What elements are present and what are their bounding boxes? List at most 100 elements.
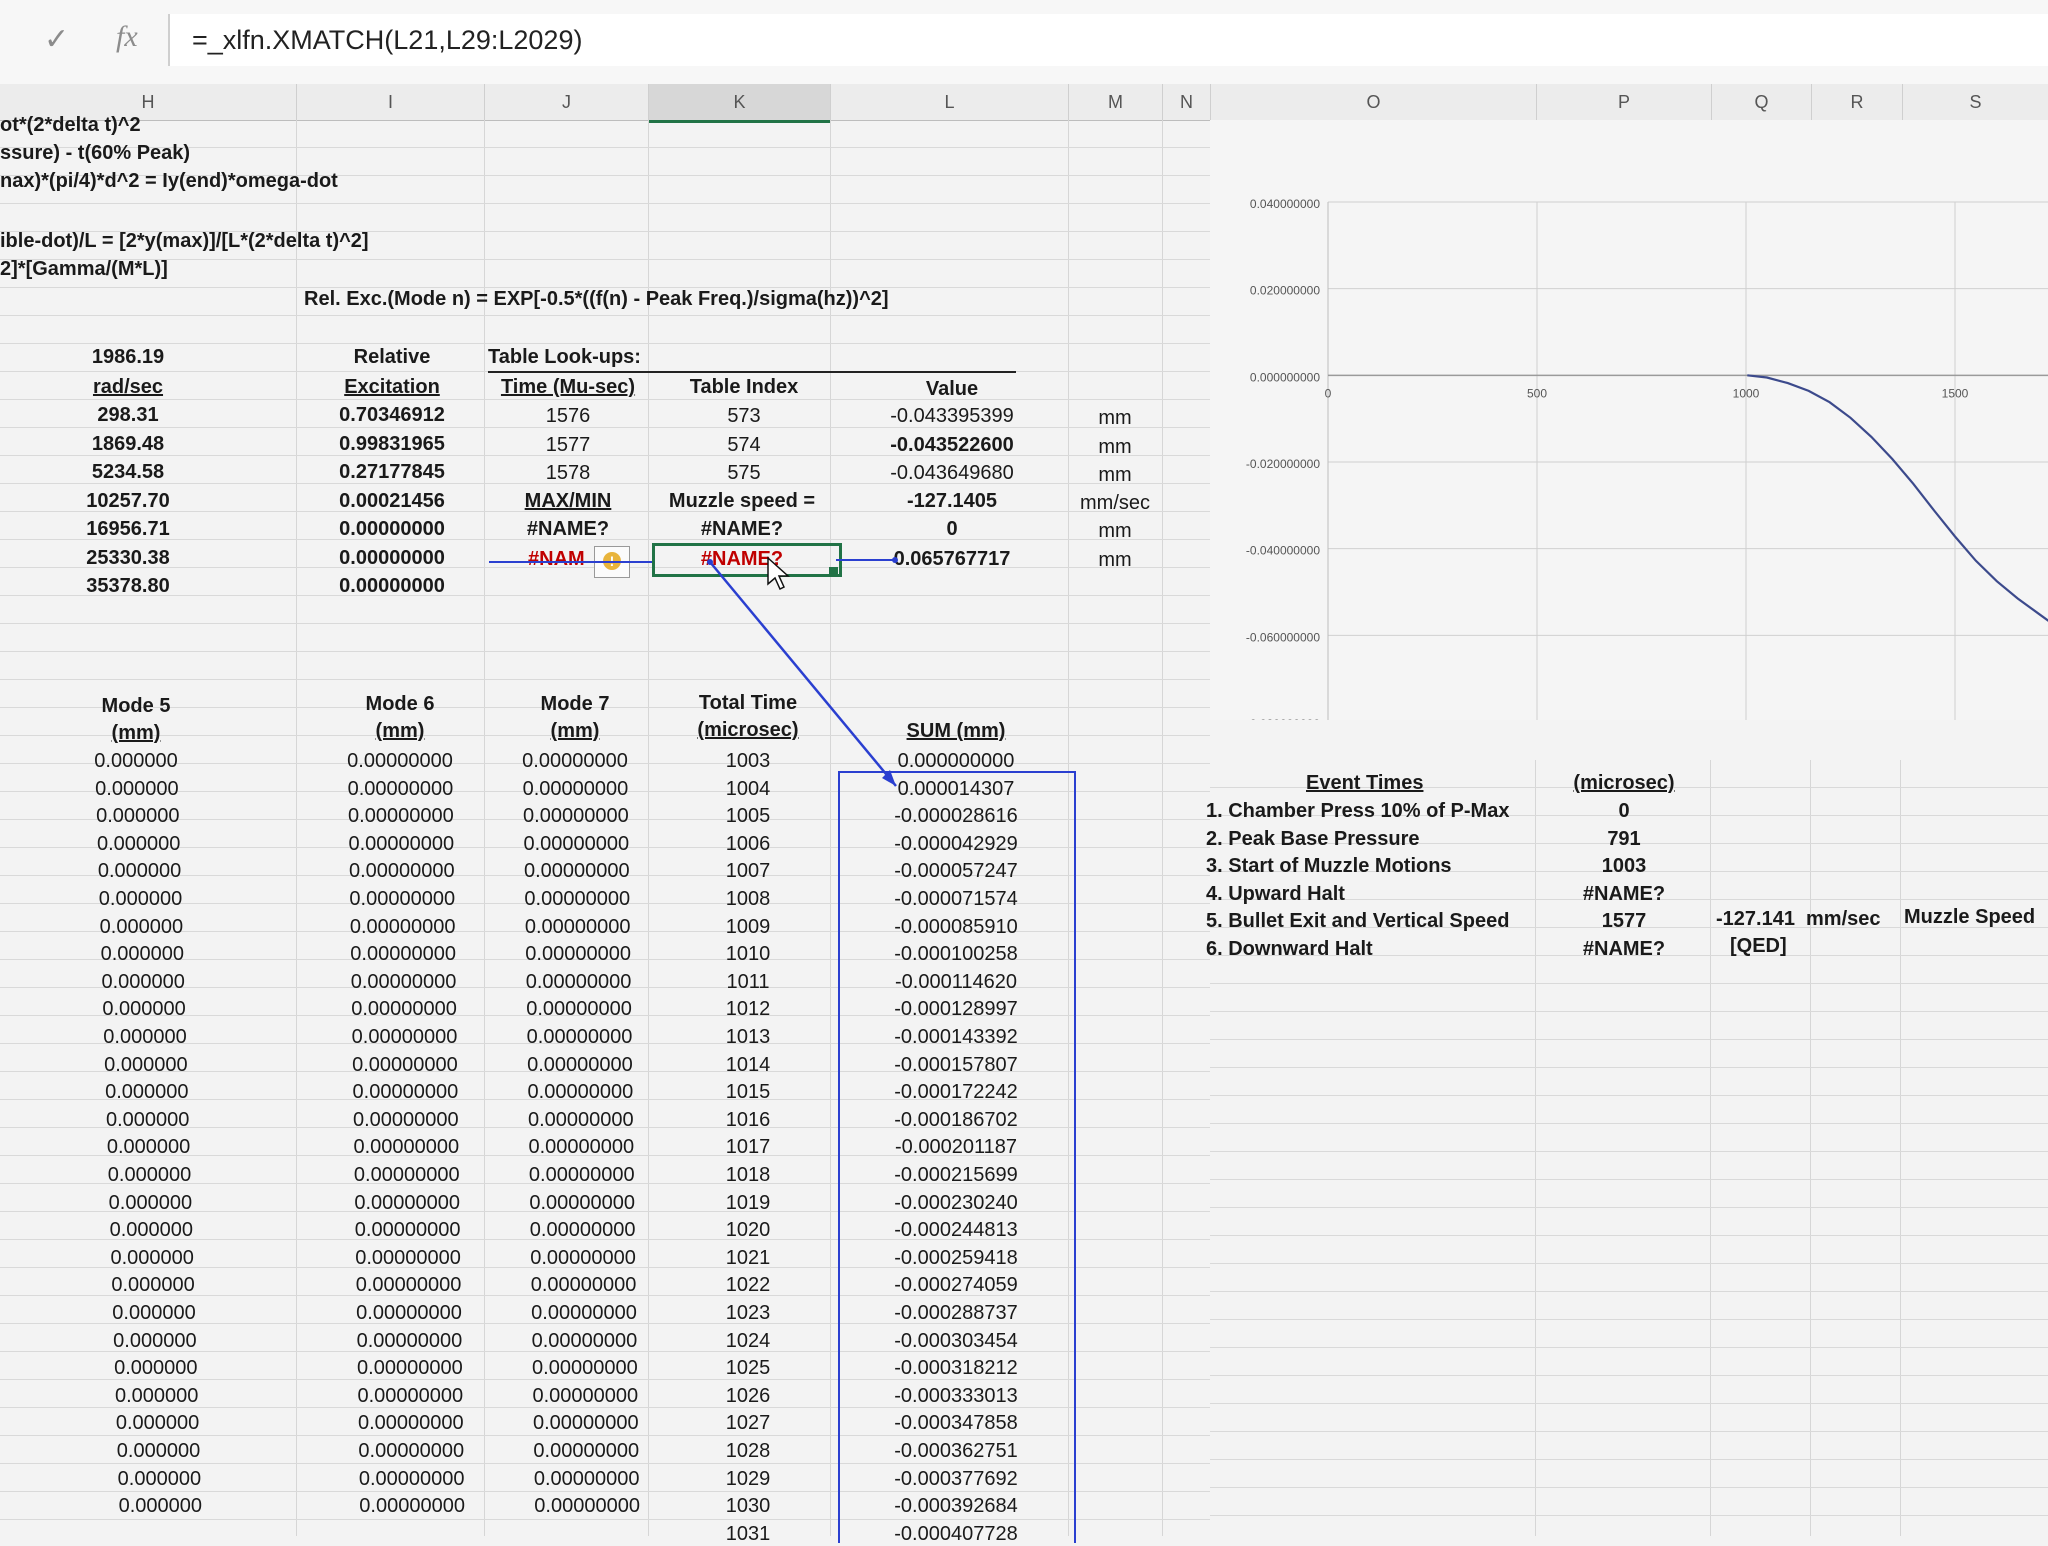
mode6-value[interactable]: 0.00000000 [309,1274,509,1297]
lookup-time[interactable]: 1576 [488,405,648,428]
mode-freq-value[interactable]: 1869.48 [28,433,228,456]
event-value[interactable]: 791 [1536,828,1712,851]
col-header-q[interactable]: Q [1712,84,1812,120]
rel-exc-value[interactable]: 0.00000000 [292,547,492,570]
mode5-value[interactable]: 0.000000 [60,1495,260,1518]
mode6-value[interactable]: 0.00000000 [309,1302,509,1325]
total-time-value[interactable]: 1007 [648,860,848,883]
sum-value[interactable]: -0.000377692 [856,1468,1056,1491]
mode5-value[interactable]: 0.000000 [50,1164,250,1187]
mode6-value[interactable]: 0.00000000 [305,1081,505,1104]
check-icon[interactable]: ✓ [44,22,69,57]
mode5-value[interactable]: 0.000000 [38,805,238,828]
mode-freq-value[interactable]: 298.31 [28,404,228,427]
mode7-value[interactable]: 0.00000000 [476,805,676,828]
mode5-value[interactable]: 0.000000 [45,1026,245,1049]
mode7-value[interactable]: 0.00000000 [475,778,675,801]
lookup-index[interactable]: 573 [658,405,830,428]
mode6-value[interactable]: 0.00000000 [312,1495,512,1518]
rel-exc-value[interactable]: 0.00000000 [292,518,492,541]
sum-value[interactable]: -0.000100258 [856,943,1056,966]
sum-value[interactable]: -0.000288737 [856,1302,1056,1325]
total-time-value[interactable]: 1031 [648,1523,848,1546]
sum-value[interactable]: -0.000215699 [856,1164,1056,1187]
mode5-value[interactable]: 0.000000 [59,1468,259,1491]
sum-value[interactable]: -0.000172242 [856,1081,1056,1104]
sum-value[interactable]: -0.000259418 [856,1247,1056,1270]
lookup-time[interactable]: 1577 [488,434,648,457]
rel-exc-value[interactable]: 0.27177845 [292,461,492,484]
sum-value[interactable]: -0.000347858 [856,1412,1056,1435]
sum-value[interactable]: -0.000362751 [856,1440,1056,1463]
total-time-value[interactable]: 1013 [648,1026,848,1049]
event-value[interactable]: 0 [1536,800,1712,823]
sum-value[interactable]: -0.000244813 [856,1219,1056,1242]
total-time-value[interactable]: 1014 [648,1054,848,1077]
mode6-value[interactable]: 0.00000000 [307,1192,507,1215]
total-time-value[interactable]: 1015 [648,1081,848,1104]
sum-value[interactable]: -0.000303454 [856,1330,1056,1353]
mode5-value[interactable]: 0.000000 [48,1109,248,1132]
mode-freq-value[interactable]: 5234.58 [28,461,228,484]
mode5-value[interactable]: 0.000000 [57,1385,257,1408]
sum-value[interactable]: -0.000201187 [856,1136,1056,1159]
col-header-o[interactable]: O [1211,84,1537,120]
mode6-value[interactable]: 0.00000000 [312,1468,512,1491]
mode6-value[interactable]: 0.00000000 [306,1136,506,1159]
total-time-value[interactable]: 1018 [648,1164,848,1187]
muzzle-speed-value[interactable]: -127.1405 [852,490,1052,513]
displacement-chart[interactable]: 0.040000000 0.020000000 0.000000000 -0.0200… [1210,120,2048,720]
maxmin-upper-index[interactable]: #NAME? [652,518,832,541]
total-time-value[interactable]: 1026 [648,1385,848,1408]
col-header-r[interactable]: R [1812,84,1903,120]
lookup-time[interactable]: 1578 [488,462,648,485]
mode5-value[interactable]: 0.000000 [51,1219,251,1242]
mode5-value[interactable]: 0.000000 [40,860,240,883]
mode5-value[interactable]: 0.000000 [59,1440,259,1463]
mode5-value[interactable]: 0.000000 [58,1412,258,1435]
total-time-value[interactable]: 1028 [648,1440,848,1463]
maxmin-lower-time[interactable]: #NAM [528,548,585,571]
mode6-value[interactable]: 0.00000000 [311,1412,511,1435]
col-header-s[interactable]: S [1903,84,2048,120]
mode5-value[interactable]: 0.000000 [53,1274,253,1297]
rel-exc-value[interactable]: 0.00021456 [292,490,492,513]
sum-value[interactable]: -0.000392684 [856,1495,1056,1518]
mode5-value[interactable]: 0.000000 [44,998,244,1021]
total-time-value[interactable]: 1029 [648,1468,848,1491]
mode6-value[interactable]: 0.00000000 [311,1440,511,1463]
sum-value[interactable]: -0.000057247 [856,860,1056,883]
maxmin-upper-time[interactable]: #NAME? [488,518,648,541]
mode-freq-value[interactable]: 35378.80 [28,575,228,598]
sum-value[interactable]: -0.000114620 [856,971,1056,994]
sum-value[interactable]: -0.000085910 [856,916,1056,939]
mode5-value[interactable]: 0.000000 [43,971,243,994]
mode6-value[interactable]: 0.00000000 [300,750,500,773]
mode6-value[interactable]: 0.00000000 [308,1247,508,1270]
rel-exc-value[interactable]: 0.70346912 [292,404,492,427]
maxmin-lower-index[interactable]: #NAME? [652,548,832,571]
total-time-value[interactable]: 1008 [648,888,848,911]
mode5-value[interactable]: 0.000000 [47,1081,247,1104]
mode6-value[interactable]: 0.00000000 [310,1385,510,1408]
col-header-l[interactable]: L [831,84,1069,120]
mode6-value[interactable]: 0.00000000 [305,1054,505,1077]
lookup-index[interactable]: 574 [658,434,830,457]
total-time-value[interactable]: 1006 [648,833,848,856]
sum-value[interactable]: -0.000042929 [856,833,1056,856]
total-time-value[interactable]: 1022 [648,1274,848,1297]
mode5-value[interactable]: 0.000000 [54,1302,254,1325]
mode5-value[interactable]: 0.000000 [41,888,241,911]
event-value[interactable]: #NAME? [1536,938,1712,961]
mode6-value[interactable]: 0.00000000 [310,1357,510,1380]
event-value[interactable]: 1577 [1536,910,1712,933]
total-time-value[interactable]: 1005 [648,805,848,828]
fx-icon[interactable]: fx [116,20,138,54]
total-time-value[interactable]: 1016 [648,1109,848,1132]
mode6-value[interactable]: 0.00000000 [306,1109,506,1132]
lookup-index[interactable]: 575 [658,462,830,485]
total-time-value[interactable]: 1012 [648,998,848,1021]
total-time-value[interactable]: 1020 [648,1219,848,1242]
sum-value[interactable]: -0.000333013 [856,1385,1056,1408]
sum-value[interactable]: -0.000230240 [856,1192,1056,1215]
